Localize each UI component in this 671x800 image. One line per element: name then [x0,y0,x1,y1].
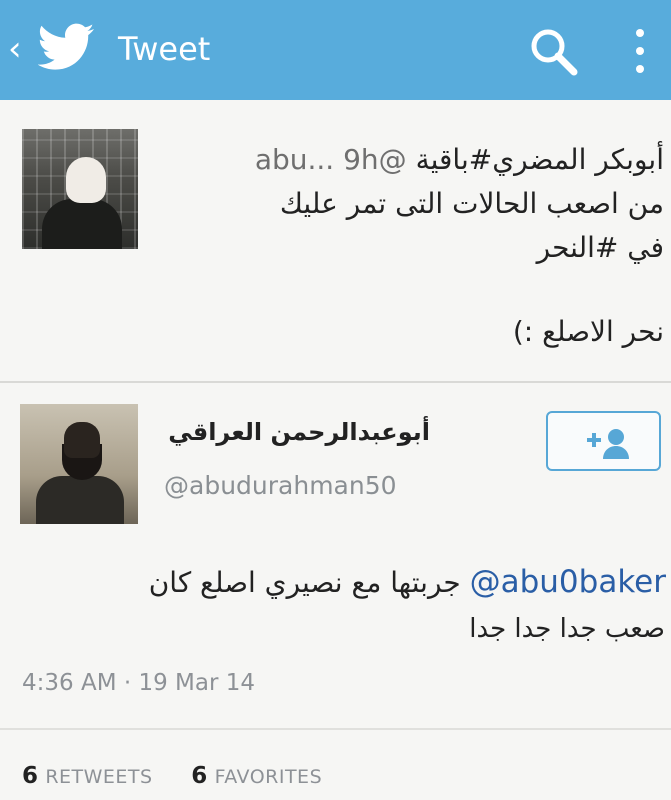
avatar-face [66,157,106,203]
favorites-count: 6 [191,763,208,789]
retweets-label: RETWEETS [45,766,153,788]
avatar-face [64,422,100,458]
page-title: Tweet [118,30,211,68]
quoted-tweet-text: أبوبكر المضري#باقية [415,143,664,176]
avatar[interactable] [20,404,138,524]
chevron-left-icon: ‹ [8,29,22,69]
mention-link[interactable]: @abu0baker [470,564,666,600]
reply-text: جربتها مع نصيري اصلع كان @abu0baker [80,559,666,605]
favorites-stat[interactable]: 6 FAVORITES [191,763,322,789]
favorites-label: FAVORITES [214,766,323,788]
retweets-stat[interactable]: 6 RETWEETS [22,763,160,789]
quoted-tweet-time: 9h [343,143,379,176]
author-name[interactable]: أبوعبدالرحمن العراقي [160,411,430,453]
divider [0,728,671,730]
follow-button[interactable] [546,411,661,471]
back-button[interactable]: ‹ [8,27,28,71]
tweet-stats: 6 RETWEETS 6 FAVORITES [22,758,322,794]
quoted-tweet-header: أبوبكر المضري#باقية @abu... 9h [150,138,664,182]
more-vertical-icon[interactable] [632,24,648,78]
search-icon[interactable] [526,24,580,78]
avatar[interactable] [22,129,138,249]
top-app-bar: ‹ Tweet [0,0,671,100]
add-user-icon [587,429,629,459]
author-handle[interactable]: @abudurahman50 [164,466,444,506]
avatar-figure [42,199,122,249]
quoted-tweet-line-3: في #النحر [536,231,664,264]
quoted-tweet-handle[interactable]: @abu... [255,143,407,176]
tweet-timestamp: 4:36 AM · 19 Mar 14 [22,670,256,696]
twitter-bird-icon [38,23,94,70]
reply-text-line-2: صعب جدا جدا جدا [469,614,665,644]
retweets-count: 6 [22,763,39,789]
avatar-figure [36,476,124,524]
quoted-tweet-line-2: من اصعب الحالات التى تمر عليك [279,187,664,220]
quoted-tweet-line-4: نحر الاصلع :) [512,315,664,348]
divider [0,381,671,383]
reply-text-arabic: جربتها مع نصيري اصلع كان [148,566,461,599]
